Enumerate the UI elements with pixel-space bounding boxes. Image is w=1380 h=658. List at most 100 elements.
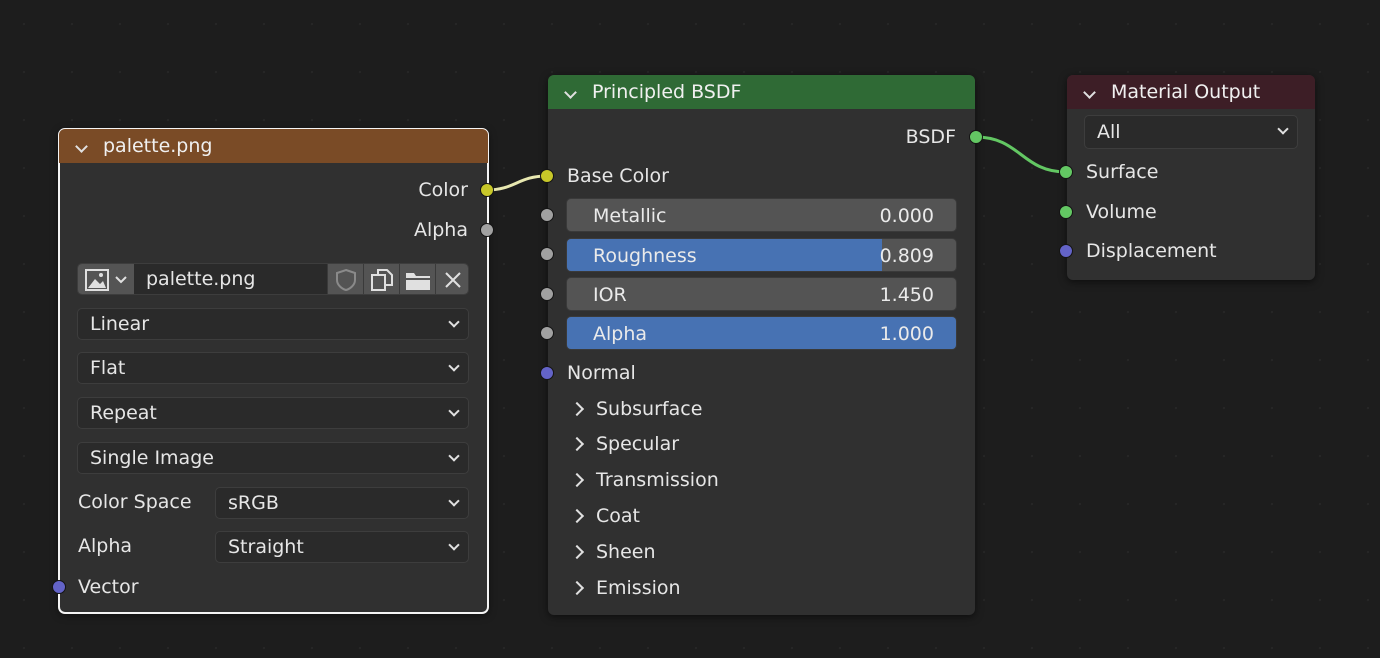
chevron-down-icon: [448, 495, 460, 507]
projection-value: Flat: [90, 357, 126, 379]
input-displacement-socket[interactable]: [1059, 244, 1073, 258]
panel-emission-label: Emission: [596, 577, 681, 599]
panel-sheen-label: Sheen: [596, 541, 656, 563]
material-output-node[interactable]: Material Output All Surface Volume Displ…: [1067, 75, 1315, 280]
color-space-dropdown[interactable]: sRGB: [215, 487, 469, 519]
output-node-title: Material Output: [1111, 81, 1261, 103]
chevron-down-icon: [448, 360, 460, 372]
extension-dropdown[interactable]: Repeat: [77, 397, 469, 429]
chevron-right-icon: [569, 401, 585, 417]
ior-slider[interactable]: IOR 1.450: [566, 277, 957, 311]
input-roughness-socket[interactable]: [540, 247, 554, 261]
panel-subsurface[interactable]: Subsurface: [569, 398, 703, 420]
unlink-x-icon: [445, 272, 461, 288]
target-value: All: [1097, 121, 1121, 143]
panel-transmission[interactable]: Transmission: [569, 469, 719, 491]
image-browse-button[interactable]: [78, 264, 134, 294]
normal-label: Normal: [567, 362, 636, 384]
alpha-slider[interactable]: Alpha 1.000: [566, 316, 957, 350]
chevron-down-icon: [448, 316, 460, 328]
metallic-slider[interactable]: Metallic 0.000: [566, 198, 957, 232]
collapse-chevron-icon[interactable]: [1083, 86, 1096, 99]
chevron-right-icon: [569, 508, 585, 524]
surface-label: Surface: [1086, 161, 1159, 183]
alpha-value: 1.000: [879, 323, 934, 345]
image-node-title: palette.png: [103, 135, 213, 157]
metallic-label: Metallic: [593, 205, 667, 227]
input-volume-socket[interactable]: [1059, 205, 1073, 219]
chevron-down-icon: [448, 450, 460, 462]
chevron-down-icon: [1277, 123, 1289, 135]
image-texture-node[interactable]: palette.png Color Alpha palette.png Line…: [58, 128, 489, 614]
source-value: Single Image: [90, 447, 214, 469]
projection-dropdown[interactable]: Flat: [77, 352, 469, 384]
output-color-socket[interactable]: [480, 183, 494, 197]
target-dropdown[interactable]: All: [1084, 115, 1298, 149]
panel-subsurface-label: Subsurface: [596, 398, 703, 420]
unlink-button[interactable]: [435, 264, 468, 294]
panel-specular[interactable]: Specular: [569, 433, 680, 455]
image-name-field[interactable]: palette.png: [146, 268, 255, 290]
open-folder-icon: [405, 273, 430, 290]
fake-user-button[interactable]: [327, 264, 363, 294]
input-metallic-socket[interactable]: [540, 208, 554, 222]
chevron-down-icon: [448, 405, 460, 417]
vector-input-label: Vector: [78, 576, 139, 598]
output-alpha-socket[interactable]: [480, 223, 494, 237]
browse-chevron-down-icon: [115, 276, 127, 284]
chevron-right-icon: [569, 544, 585, 560]
volume-label: Volume: [1086, 201, 1157, 223]
roughness-value: 0.809: [879, 245, 934, 267]
metallic-value: 0.000: [879, 205, 934, 227]
fake-user-shield-icon: [335, 268, 356, 292]
output-node-header[interactable]: Material Output: [1067, 75, 1315, 109]
panel-specular-label: Specular: [596, 433, 680, 455]
base-color-label: Base Color: [567, 165, 669, 187]
panel-transmission-label: Transmission: [596, 469, 719, 491]
image-selector[interactable]: palette.png: [77, 263, 469, 295]
input-normal-socket[interactable]: [540, 366, 554, 380]
chevron-right-icon: [569, 472, 585, 488]
ior-label: IOR: [593, 284, 627, 306]
image-browse-icon: [85, 269, 109, 291]
chevron-right-icon: [569, 580, 585, 596]
link-color-to-base-color[interactable]: [486, 174, 548, 192]
interpolation-value: Linear: [90, 313, 150, 335]
panel-coat-label: Coat: [596, 505, 640, 527]
panel-coat[interactable]: Coat: [569, 505, 640, 527]
chevron-right-icon: [569, 436, 585, 452]
input-surface-socket[interactable]: [1059, 165, 1073, 179]
alpha-mode-value: Straight: [228, 536, 304, 558]
output-bsdf-label: BSDF: [905, 126, 956, 148]
collapse-chevron-icon[interactable]: [564, 86, 577, 99]
source-dropdown[interactable]: Single Image: [77, 442, 469, 474]
interpolation-dropdown[interactable]: Linear: [77, 308, 469, 340]
input-base-color-socket[interactable]: [540, 169, 554, 183]
link-bsdf-to-surface[interactable]: [975, 135, 1067, 174]
image-node-header[interactable]: palette.png: [59, 129, 488, 163]
input-alpha-socket[interactable]: [540, 326, 554, 340]
ior-value: 1.450: [879, 284, 934, 306]
duplicate-icon: [370, 269, 393, 291]
principled-bsdf-node[interactable]: Principled BSDF BSDF Base Color Metallic…: [548, 75, 975, 615]
input-vector-socket[interactable]: [52, 580, 66, 594]
panel-sheen[interactable]: Sheen: [569, 541, 656, 563]
bsdf-node-header[interactable]: Principled BSDF: [548, 75, 975, 109]
alpha-mode-label: Alpha: [78, 535, 133, 557]
input-ior-socket[interactable]: [540, 287, 554, 301]
alpha-mode-dropdown[interactable]: Straight: [215, 531, 469, 563]
roughness-label: Roughness: [593, 245, 697, 267]
collapse-chevron-icon[interactable]: [75, 140, 88, 153]
output-alpha-label: Alpha: [413, 219, 468, 241]
open-image-button[interactable]: [399, 264, 435, 294]
output-bsdf-socket[interactable]: [969, 130, 983, 144]
extension-value: Repeat: [90, 402, 157, 424]
duplicate-button[interactable]: [363, 264, 399, 294]
bsdf-node-title: Principled BSDF: [592, 81, 742, 103]
alpha-label: Alpha: [593, 323, 648, 345]
chevron-down-icon: [448, 539, 460, 551]
panel-emission[interactable]: Emission: [569, 577, 681, 599]
output-color-label: Color: [418, 179, 468, 201]
roughness-slider[interactable]: Roughness 0.809: [566, 238, 957, 272]
color-space-value: sRGB: [228, 492, 279, 514]
